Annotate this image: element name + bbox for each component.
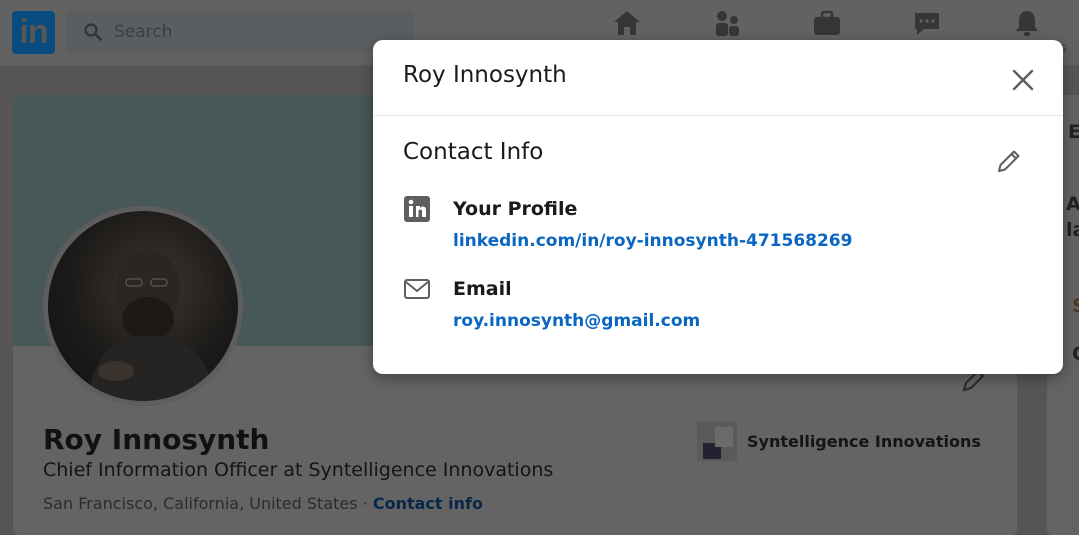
- profile-row-label: Your Profile: [453, 198, 578, 220]
- email-link[interactable]: roy.innosynth@gmail.com: [453, 311, 700, 331]
- linkedin-icon: [404, 196, 430, 222]
- mail-icon: [404, 279, 430, 299]
- profile-location-line: San Francisco, California, United States…: [43, 494, 483, 513]
- my-network-icon[interactable]: [711, 8, 743, 38]
- close-icon: [1012, 69, 1034, 91]
- right-fragment: E: [1068, 121, 1079, 143]
- search-input[interactable]: Search: [114, 22, 172, 42]
- profile-location: San Francisco, California, United States: [43, 494, 358, 513]
- modal-title: Roy Innosynth: [403, 62, 567, 88]
- separator-dot: ·: [362, 494, 368, 513]
- search-bar[interactable]: Search: [66, 11, 414, 53]
- avatar[interactable]: [48, 211, 238, 401]
- linkedin-logo[interactable]: in: [12, 11, 55, 54]
- jobs-icon[interactable]: [811, 8, 843, 38]
- right-fragment: S: [1072, 295, 1079, 317]
- notifications-icon[interactable]: [1011, 8, 1043, 38]
- close-button[interactable]: [1005, 62, 1041, 98]
- right-fragment: A: [1066, 193, 1079, 215]
- right-fragment: la: [1066, 219, 1079, 241]
- company-name: Syntelligence Innovations: [747, 431, 981, 451]
- profile-headline: Chief Information Officer at Syntelligen…: [43, 459, 554, 481]
- profile-url-link[interactable]: linkedin.com/in/roy-innosynth-471568269: [453, 231, 852, 251]
- section-title: Contact Info: [403, 139, 544, 165]
- home-icon[interactable]: [611, 8, 643, 38]
- contact-info-link[interactable]: Contact info: [373, 494, 483, 513]
- edit-contact-button[interactable]: [991, 143, 1027, 179]
- right-fragment: C: [1072, 343, 1079, 365]
- contact-info-modal: Roy Innosynth Contact Info Your Profile …: [373, 40, 1063, 374]
- pencil-icon: [998, 150, 1020, 172]
- messaging-icon[interactable]: [911, 8, 943, 38]
- email-row-label: Email: [453, 278, 512, 300]
- search-icon: [84, 23, 102, 41]
- avatar-photo: [88, 249, 216, 401]
- company-chip[interactable]: Syntelligence Innovations: [697, 421, 981, 461]
- company-logo: [697, 421, 737, 461]
- modal-header: Roy Innosynth: [373, 40, 1063, 116]
- profile-name: Roy Innosynth: [43, 423, 270, 456]
